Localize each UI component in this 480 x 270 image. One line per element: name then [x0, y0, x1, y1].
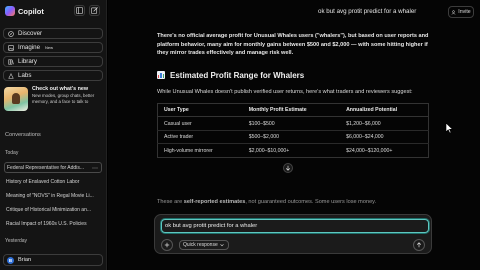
- whats-new-promo[interactable]: Check out what's new New modes, group ch…: [4, 86, 103, 121]
- today-label: Today: [5, 150, 19, 156]
- copilot-logo-icon: [5, 6, 15, 16]
- table-cell: $1,200–$6,000: [340, 116, 429, 131]
- conversation-item[interactable]: Federal Representative for Addis... ⋯: [4, 162, 102, 173]
- table-cell: Casual user: [157, 116, 243, 131]
- more-options-icon[interactable]: ⋯: [92, 165, 98, 172]
- table-cell: $6,000–$24,000: [340, 130, 429, 145]
- avatar: B: [7, 256, 14, 264]
- yesterday-label: Yesterday: [5, 238, 28, 244]
- mouse-cursor-icon: [445, 122, 454, 134]
- profit-table: User Type Monthly Profit Estimate Annual…: [157, 103, 429, 158]
- bar-chart-icon: [157, 71, 165, 80]
- message-subtext: While Unusual Whales doesn't publish ver…: [157, 88, 413, 95]
- table-cell: $100–$500: [242, 116, 341, 131]
- conversation-item[interactable]: Critique of Historical Minimization an..…: [4, 204, 102, 215]
- table-cell: High-volume mirrorer: [164, 147, 213, 154]
- table-row: High-volume mirrorer $2,000–$10,000+ $24…: [158, 144, 429, 158]
- promo-text: Check out what's new New modes, group ch…: [32, 86, 102, 121]
- conversation-title: Critique of Historical Minimization an..…: [6, 206, 92, 213]
- library-icon: [8, 58, 14, 65]
- table-cell: Active trader: [157, 130, 243, 145]
- disclaimer-bold: self-reported estimates: [183, 199, 246, 205]
- user-name: Brian: [18, 257, 32, 263]
- promo-body: New modes, group chats, better memory, a…: [32, 93, 95, 104]
- nav-labs[interactable]: Labs: [3, 70, 103, 81]
- table-cell: $500–$2,000: [242, 130, 341, 145]
- table-cell: $24,000–$120,000+: [346, 147, 393, 154]
- compass-icon: [8, 30, 14, 37]
- conversation-title: Racial Impact of 1960s U.S. Policies: [6, 220, 87, 227]
- table-row: Active trader $500–$2,000 $6,000–$24,000: [157, 130, 429, 145]
- promo-image: [4, 87, 28, 111]
- sidebar: Copilot Discover Imagine New Library Lab…: [0, 0, 107, 270]
- nav-discover-label: Discover: [18, 30, 43, 37]
- column-header: Annualized Potential: [340, 103, 429, 118]
- disclaimer-prefix: These are: [157, 199, 184, 205]
- invite-label: Invite: [458, 9, 471, 15]
- promo-title: Check out what's new: [32, 86, 89, 92]
- sidebar-toggle-icon: [76, 7, 83, 14]
- table-header-row: User Type Monthly Profit Estimate Annual…: [157, 103, 429, 118]
- conversations-heading: Conversations: [5, 132, 41, 138]
- nav-library-label: Library: [18, 58, 37, 65]
- nav-imagine[interactable]: Imagine New: [3, 42, 103, 53]
- arrow-down-icon: [285, 165, 291, 171]
- nav-labs-label: Labs: [18, 72, 32, 79]
- conversation-title: Federal Representative for Addis...: [7, 164, 84, 171]
- image-icon: [8, 44, 14, 51]
- response-mode-dropdown[interactable]: Quick response: [179, 240, 229, 250]
- invite-button[interactable]: Invite: [448, 6, 474, 18]
- conversation-title: Meaning of "NOVS" in Regal Movie Li...: [6, 192, 94, 199]
- scroll-down-button[interactable]: [283, 163, 293, 173]
- section-heading-text: Estimated Profit Range for Whalers: [170, 70, 305, 80]
- arrow-up-icon: [416, 242, 422, 248]
- chevron-down-icon: [220, 244, 224, 247]
- assistant-message: There's no official average profit for U…: [157, 32, 429, 158]
- app-name: Copilot: [18, 6, 44, 16]
- conversation-item[interactable]: Meaning of "NOVS" in Regal Movie Li...: [4, 190, 102, 201]
- column-header: User Type: [157, 103, 243, 118]
- conversation-item[interactable]: Racial Impact of 1960s U.S. Policies: [4, 218, 102, 229]
- nav-discover[interactable]: Discover: [3, 28, 103, 39]
- message-composer: Quick response: [154, 214, 432, 254]
- disclaimer-suffix: , not guaranteed outcomes. Some users lo…: [245, 199, 377, 205]
- new-badge: New: [45, 45, 54, 50]
- nav-imagine-label: Imagine: [18, 44, 41, 51]
- message-input[interactable]: [161, 219, 429, 233]
- column-header: Monthly Profit Estimate: [242, 103, 341, 118]
- user-profile-button[interactable]: B Brian: [3, 254, 103, 266]
- add-attachment-button[interactable]: [161, 239, 173, 251]
- response-mode-label: Quick response: [183, 242, 218, 248]
- conversation-title: History of Enslaved Cotton Labor: [6, 178, 80, 185]
- chat-title[interactable]: ok but avg protit predict for a whaler: [318, 8, 416, 15]
- conversation-item[interactable]: History of Enslaved Cotton Labor: [4, 176, 102, 187]
- person-add-icon: [451, 9, 456, 15]
- compose-icon: [91, 7, 98, 14]
- section-heading: Estimated Profit Range for Whalers: [157, 71, 429, 80]
- collapse-sidebar-button[interactable]: [74, 5, 85, 16]
- table-cell: $2,000–$10,000+: [248, 147, 290, 154]
- plus-icon: [164, 242, 170, 248]
- app-logo[interactable]: Copilot: [5, 6, 44, 16]
- new-chat-button[interactable]: [89, 5, 100, 16]
- disclaimer-text: These are self-reported estimates, not g…: [157, 199, 376, 205]
- sidebar-top-actions: [74, 5, 100, 16]
- message-intro: There's no official average profit for U…: [157, 33, 429, 57]
- flask-icon: [8, 73, 14, 79]
- table-row: Casual user $100–$500 $1,200–$6,000: [157, 116, 429, 131]
- chat-main: ok but avg protit predict for a whaler I…: [108, 0, 480, 270]
- send-button[interactable]: [413, 239, 425, 251]
- nav-library[interactable]: Library: [3, 56, 103, 67]
